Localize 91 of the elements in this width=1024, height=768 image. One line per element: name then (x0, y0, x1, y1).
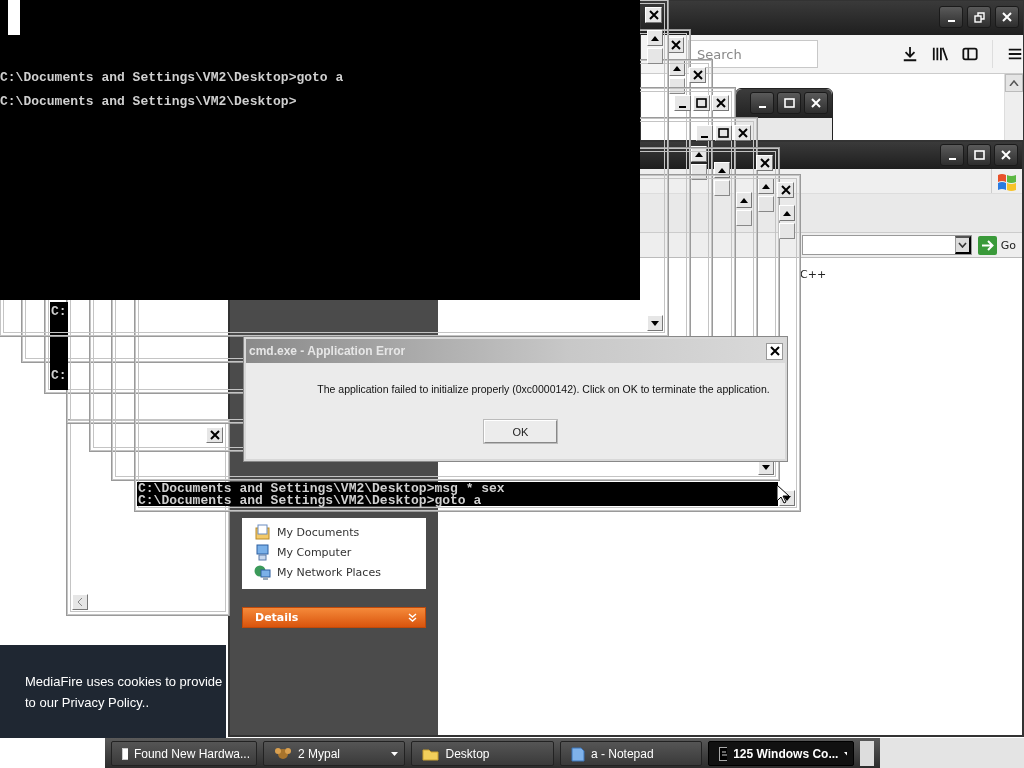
address-field[interactable] (802, 235, 972, 255)
maximize-button[interactable] (967, 144, 991, 166)
close-button[interactable] (766, 342, 783, 360)
computer-icon (254, 544, 271, 561)
chevron-up-icon (1009, 80, 1019, 86)
place-link[interactable]: My Documents (277, 526, 360, 539)
triangle-up-icon (718, 167, 726, 173)
chevron-left-icon (77, 598, 83, 606)
place-link[interactable]: My Network Places (277, 566, 381, 579)
maximize-icon (973, 150, 985, 160)
maximize-button[interactable] (777, 92, 801, 114)
network-icon (254, 564, 271, 581)
minimize-icon (679, 105, 686, 108)
console-line: C:\Documents and Settings\VM2\Desktop> (0, 96, 297, 108)
taskbar-button[interactable]: Desktop (411, 741, 554, 766)
sidebar-icon[interactable] (962, 45, 979, 63)
scroll-thumb[interactable] (736, 210, 752, 226)
search-field[interactable]: Search (688, 40, 818, 68)
app-icon (274, 746, 292, 761)
scroll-thumb[interactable] (758, 196, 774, 212)
triangle-down-icon (651, 320, 659, 326)
close-icon (692, 70, 703, 80)
close-icon (1001, 150, 1011, 160)
triangle-up-icon (673, 65, 681, 71)
triangle-up-icon (651, 35, 659, 41)
minimize-icon (948, 157, 956, 160)
place-link[interactable]: My Computer (277, 546, 352, 559)
close-icon (737, 128, 748, 138)
scroll-thumb[interactable] (647, 48, 663, 64)
folder-icon (422, 746, 440, 761)
close-button[interactable] (804, 92, 828, 114)
scroll-down-button[interactable] (647, 315, 663, 331)
banner-text: to our Privacy Policy.. (25, 695, 151, 710)
error-message: The application failed to initialize properly (0xc0000142). Click on OK to terminate the application. (316, 383, 771, 395)
minimize-button[interactable] (940, 144, 964, 166)
scroll-thumb[interactable] (714, 180, 730, 196)
taskbar-button[interactable]: 2 Mypal (263, 741, 406, 766)
dropdown-button[interactable] (954, 236, 971, 254)
minimize-button[interactable] (750, 92, 774, 114)
triangle-up-icon (695, 151, 703, 157)
close-icon (648, 10, 659, 20)
triangle-up-icon (740, 197, 748, 203)
triangle-up-icon (783, 210, 791, 216)
console-line: C:\Documents and Settings\VM2\Desktop>goto a (138, 495, 482, 507)
documents-icon (254, 524, 271, 541)
scroll-left-button[interactable] (72, 594, 88, 610)
windows-logo-icon (996, 171, 1018, 191)
restore-button[interactable] (967, 6, 991, 28)
close-icon (759, 158, 770, 168)
window-icon (122, 746, 128, 761)
taskbar-end (860, 741, 874, 766)
close-icon (1002, 12, 1012, 22)
close-icon (715, 98, 726, 108)
close-icon (769, 346, 780, 356)
go-button[interactable]: Go (975, 235, 1022, 255)
close-icon (209, 430, 220, 440)
close-button[interactable] (994, 144, 1018, 166)
minimize-icon (947, 19, 955, 22)
banner-text: MediaFire uses cookies to provide (25, 674, 224, 689)
library-icon[interactable] (932, 45, 949, 63)
content-text: C++ (800, 268, 827, 281)
console-line: C: (51, 370, 67, 382)
console-line: C: (51, 306, 67, 318)
taskbar-button[interactable]: Found New Hardwa... (111, 741, 257, 766)
scrollbar[interactable] (1004, 74, 1023, 141)
close-icon (670, 40, 681, 50)
console-line: C:\Documents and Settings\VM2\Desktop>goto a (0, 72, 344, 84)
restore-icon (973, 11, 985, 23)
notepad-icon (570, 745, 585, 762)
maximize-icon (718, 128, 729, 138)
taskbar-button[interactable]: 125 Windows Co... (708, 741, 855, 766)
chevron-down-icon (957, 242, 967, 248)
download-icon[interactable] (902, 45, 919, 63)
console-icon (719, 746, 728, 761)
minimize-icon (701, 135, 708, 138)
triangle-up-icon (762, 183, 770, 189)
close-icon (811, 98, 821, 108)
ok-button[interactable]: OK (484, 420, 557, 443)
console-line: C:\Documents and Settings\VM2\Desktop>msg * sex (138, 483, 505, 495)
taskbar-button[interactable]: a - Notepad (559, 741, 703, 766)
triangle-down-icon (762, 464, 770, 470)
arrow-right-icon (977, 235, 997, 255)
close-icon (780, 185, 791, 195)
scroll-thumb[interactable] (779, 223, 795, 239)
minimize-icon (758, 105, 766, 108)
dialog-title: cmd.exe - Application Error (249, 344, 406, 358)
minimize-button[interactable] (939, 6, 963, 28)
text-cursor (8, 0, 20, 35)
close-button[interactable] (995, 6, 1019, 28)
maximize-icon (696, 98, 707, 108)
maximize-icon (783, 98, 795, 108)
